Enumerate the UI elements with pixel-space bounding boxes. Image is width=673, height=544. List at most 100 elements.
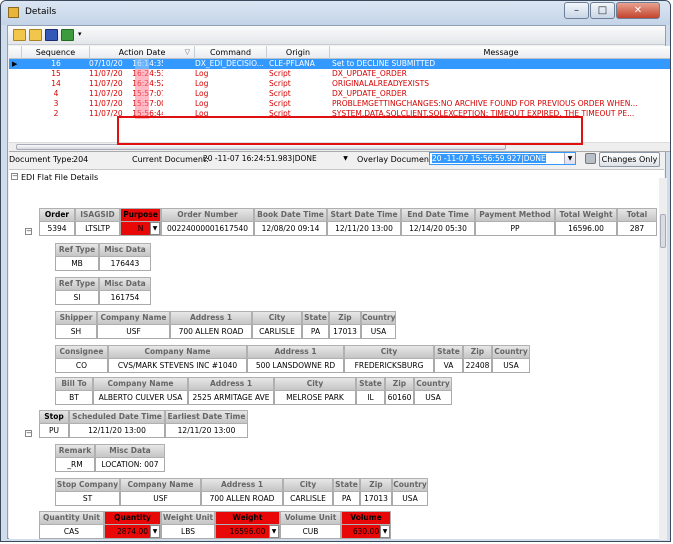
quantity-header-4: Volume Unit: [280, 511, 341, 525]
bill-to-value-4[interactable]: IL: [356, 391, 385, 405]
save-icon[interactable]: [45, 29, 58, 41]
document-type-value[interactable]: 204: [73, 155, 88, 164]
sort-descending-icon: ▽: [184, 48, 190, 56]
bill-to-value-0[interactable]: BT: [55, 391, 93, 405]
chevron-down-icon[interactable]: ▼: [380, 525, 390, 538]
date-part: 11/07/20: [89, 89, 123, 98]
stop-collapse-icon[interactable]: −: [25, 430, 32, 437]
col-command[interactable]: Command: [195, 46, 267, 59]
col-sequence[interactable]: Sequence: [22, 46, 90, 59]
close-button[interactable]: ✕: [616, 2, 660, 19]
order-value-6[interactable]: 12/14/20 05:30: [401, 222, 475, 236]
col-message[interactable]: Message: [330, 46, 670, 59]
order-collapse-icon[interactable]: −: [25, 228, 32, 235]
quantity-value-4[interactable]: CUB: [280, 525, 341, 539]
stop-value-0[interactable]: PU: [39, 424, 69, 438]
shipper-value-6[interactable]: USA: [361, 325, 396, 339]
bill-to-header-3: City: [274, 377, 356, 391]
toolbar-overflow-icon[interactable]: ▾: [78, 30, 82, 38]
consignee-header-1: Company Name: [108, 345, 247, 359]
table-row[interactable]: 15 11/07/20 16:24:53 Log Script DX_UPDATE_OR…: [9, 69, 670, 79]
bill-to-value-6[interactable]: USA: [414, 391, 452, 405]
consignee-header-0: Consignee: [55, 345, 108, 359]
stop-header-0: Stop: [39, 410, 69, 424]
minimize-button[interactable]: –: [564, 2, 589, 19]
stop-company-value-6[interactable]: USA: [392, 492, 428, 506]
stop-company-header-4: State: [333, 478, 360, 492]
order-value-3[interactable]: 00224000001617540: [161, 222, 254, 236]
export-icon[interactable]: [61, 29, 74, 41]
origin-cell: CLE-PFLANA: [269, 59, 315, 68]
stop-company-value-0[interactable]: ST: [55, 492, 120, 506]
chevron-down-icon[interactable]: ▼: [269, 525, 279, 538]
stop-header-1: Scheduled Date Time: [69, 410, 165, 424]
order-value-9[interactable]: 287: [617, 222, 657, 236]
stop-value-1[interactable]: 12/11/20 13:00: [69, 424, 165, 438]
remark-value-1[interactable]: LOCATION: 007: [95, 458, 165, 472]
shipper-header-3: City: [252, 311, 302, 325]
order-value-0[interactable]: 5394: [39, 222, 75, 236]
col-origin[interactable]: Origin: [267, 46, 330, 59]
consignee-value-0[interactable]: CO: [55, 359, 108, 373]
consignee-header-6: Country: [492, 345, 530, 359]
collapse-toggle-icon[interactable]: −: [11, 173, 18, 180]
stop-company-value-2[interactable]: 700 ALLEN ROAD: [201, 492, 283, 506]
consignee-value-3[interactable]: FREDERICKSBURG: [344, 359, 434, 373]
consignee-value-5[interactable]: 22408: [463, 359, 492, 373]
col-action-date[interactable]: Action Date ▽: [90, 46, 195, 59]
printer-icon[interactable]: [585, 153, 596, 164]
shipper-value-4[interactable]: PA: [302, 325, 329, 339]
shipper-value-5[interactable]: 17013: [329, 325, 361, 339]
stop-value-2[interactable]: 12/11/20 13:00: [165, 424, 248, 438]
bill-to-value-3[interactable]: MELROSE PARK: [274, 391, 356, 405]
current-document-combo[interactable]: 20 -11-07 16:24:51.983|DONE ▼: [201, 153, 351, 166]
chevron-down-icon[interactable]: ▼: [150, 222, 160, 235]
shipper-value-1[interactable]: USF: [97, 325, 170, 339]
consignee-value-1[interactable]: CVS/MARK STEVENS INC #1040: [108, 359, 247, 373]
shipper-value-2[interactable]: 700 ALLEN ROAD: [170, 325, 252, 339]
table-row[interactable]: 3 11/07/20 15:57:00 Log Script PROBLEMGETTIN…: [9, 99, 670, 109]
consignee-value-6[interactable]: USA: [492, 359, 530, 373]
table-row[interactable]: 4 11/07/20 15:57:07 Log Script DX_UPDATE_ORD…: [9, 89, 670, 99]
maximize-button[interactable]: □: [590, 2, 615, 19]
quantity-value-0[interactable]: CAS: [39, 525, 104, 539]
consignee-value-2[interactable]: 500 LANSDOWNE RD: [247, 359, 344, 373]
scroll-thumb[interactable]: [660, 214, 666, 248]
open-folder-icon[interactable]: [29, 29, 42, 41]
stop-company-value-3[interactable]: CARLISLE: [283, 492, 333, 506]
command-cell: Log: [195, 89, 209, 98]
ref-si-header-0: Ref Type: [55, 277, 99, 291]
order-value-8[interactable]: 16596.00: [555, 222, 617, 236]
stop-company-value-4[interactable]: PA: [333, 492, 360, 506]
ref-si-header-1: Misc Data: [99, 277, 151, 291]
quantity-value-2[interactable]: LBS: [161, 525, 215, 539]
chevron-down-icon[interactable]: ▼: [150, 525, 160, 538]
order-value-4[interactable]: 12/08/20 09:14: [254, 222, 327, 236]
edi-vertical-scrollbar[interactable]: [659, 178, 667, 540]
new-folder-icon[interactable]: [13, 29, 26, 41]
order-value-7[interactable]: PP: [475, 222, 555, 236]
origin-cell: Script: [269, 69, 291, 78]
overlay-document-combo[interactable]: 20 -11-07 15:56:59.927|DONE ▼: [429, 152, 576, 165]
bill-to-value-1[interactable]: ALBERTO CULVER USA: [93, 391, 188, 405]
shipper-value-0[interactable]: SH: [55, 325, 97, 339]
remark-value-0[interactable]: _RM: [55, 458, 95, 472]
bill-to-value-5[interactable]: 60160: [385, 391, 414, 405]
bill-to-value-2[interactable]: 2525 ARMITAGE AVE: [188, 391, 274, 405]
stop-company-value-5[interactable]: 17013: [360, 492, 392, 506]
table-row[interactable]: 14 11/07/20 16:24:52 Log Script ORIGINALALRE…: [9, 79, 670, 89]
changes-only-button[interactable]: Changes Only: [599, 152, 660, 167]
shipper-value-3[interactable]: CARLISLE: [252, 325, 302, 339]
redacted-mark: [135, 89, 149, 99]
ref-mb-value-1[interactable]: 176443: [99, 257, 151, 271]
ref-mb-value-0[interactable]: MB: [55, 257, 99, 271]
ref-si-value-1[interactable]: 161754: [99, 291, 151, 305]
table-row[interactable]: ▶ 16 07/10/20 16:14:35 DX_EDI_DECISIO... CLE…: [9, 59, 670, 69]
ref-si-value-0[interactable]: SI: [55, 291, 99, 305]
order-value-1[interactable]: LTSLTP: [75, 222, 120, 236]
shipper-header-2: Address 1: [170, 311, 252, 325]
edi-details-panel: − EDI Flat File Details − Order 5394 ISAGSI…: [9, 169, 664, 539]
stop-company-value-1[interactable]: USF: [120, 492, 201, 506]
order-value-5[interactable]: 12/11/20 13:00: [327, 222, 401, 236]
consignee-value-4[interactable]: VA: [434, 359, 463, 373]
